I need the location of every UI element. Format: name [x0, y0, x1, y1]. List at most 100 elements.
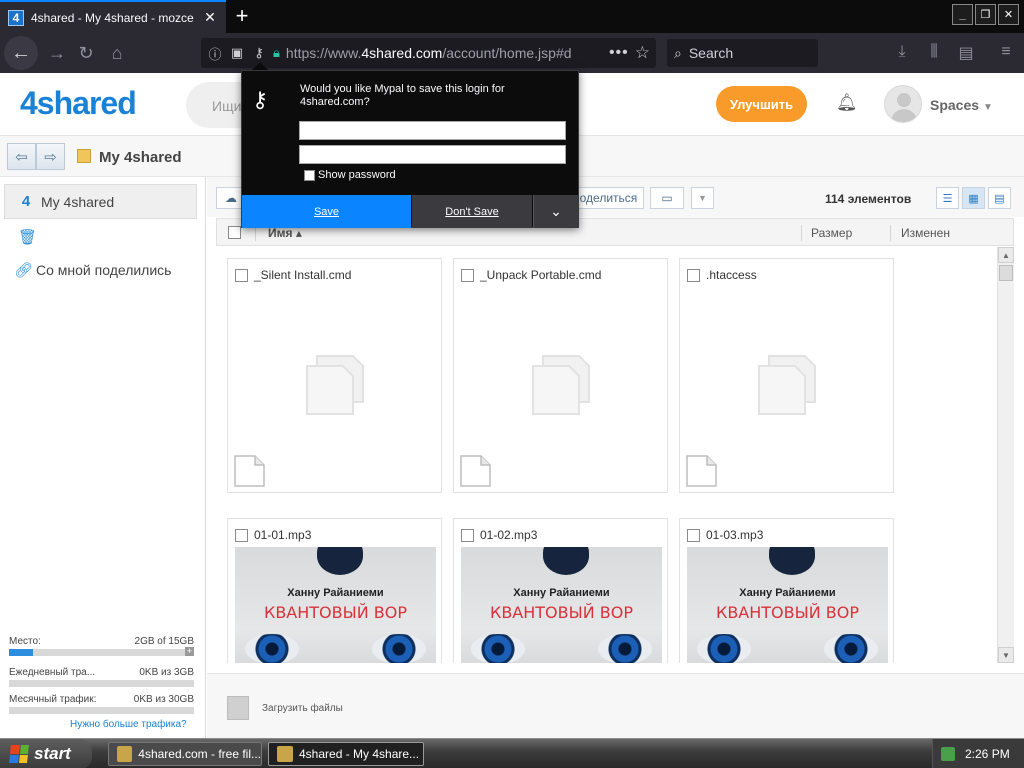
- detail-view-button[interactable]: ▤: [988, 187, 1011, 209]
- network-icon[interactable]: [941, 747, 955, 761]
- upgrade-button[interactable]: Улучшить: [716, 86, 807, 122]
- menu-icon[interactable]: ≡: [996, 43, 1016, 61]
- save-options-dropdown[interactable]: ⌄: [533, 195, 578, 228]
- file-card[interactable]: 01-03.mp3 Ханну Райаниеми КВАНТОВЫЙ ВОР: [679, 518, 894, 663]
- album-cover[interactable]: Ханну Райаниеми КВАНТОВЫЙ ВОР: [461, 547, 662, 663]
- more-traffic-link[interactable]: Нужно больше трафика?: [70, 719, 187, 730]
- search-input[interactable]: ⌕ Search: [667, 39, 818, 67]
- file-card[interactable]: _Unpack Portable.cmd: [453, 258, 668, 493]
- column-modified[interactable]: Изменен: [901, 226, 950, 240]
- back-button[interactable]: ←: [4, 36, 38, 70]
- grid-view-button[interactable]: ▦: [962, 187, 985, 209]
- folder-forward-button[interactable]: ⇨: [36, 143, 65, 170]
- scrollbar[interactable]: ▲ ▼: [997, 247, 1014, 663]
- cover-eye-right: [824, 634, 878, 663]
- upload-icon[interactable]: [227, 696, 249, 720]
- cover-title: КВАНТОВЫЙ ВОР: [263, 603, 408, 622]
- avatar[interactable]: [884, 85, 922, 123]
- close-window-button[interactable]: ✕: [998, 4, 1019, 25]
- dont-save-button[interactable]: Don't Save: [412, 195, 532, 228]
- grid-view-icon: ▦: [968, 192, 979, 205]
- restore-button[interactable]: ❐: [975, 4, 996, 25]
- sidebar-item-shared-with-me[interactable]: 🔗︎ Со мной поделились: [0, 252, 193, 287]
- storage-progress-fill: [9, 649, 34, 656]
- library-icon[interactable]: ⫼: [924, 43, 944, 61]
- file-name[interactable]: 01-01.mp3: [254, 528, 311, 542]
- new-tab-button[interactable]: +: [232, 3, 252, 29]
- search-placeholder: Search: [688, 45, 734, 61]
- list-view-button[interactable]: ☰: [936, 187, 959, 209]
- add-storage-button[interactable]: +: [185, 647, 194, 656]
- taskbar-item[interactable]: 4shared.com - free fil...: [108, 742, 262, 766]
- spaces-menu[interactable]: Spaces ▼: [930, 97, 993, 113]
- save-button[interactable]: Save: [242, 195, 411, 228]
- download-icon[interactable]: ⤓: [892, 43, 912, 61]
- url-text[interactable]: https://www.4shared.com/account/home.jsp…: [286, 45, 603, 61]
- column-name[interactable]: Имя ▴: [268, 226, 302, 240]
- file-card[interactable]: 01-02.mp3 Ханну Райаниеми КВАНТОВЫЙ ВОР: [453, 518, 668, 663]
- password-field[interactable]: [299, 145, 566, 164]
- info-icon[interactable]: ⓘ: [207, 44, 223, 63]
- search-icon: ⌕: [674, 44, 682, 61]
- username-field[interactable]: [299, 121, 566, 140]
- scroll-down-icon[interactable]: ▼: [998, 647, 1014, 663]
- sidebar-toggle-icon[interactable]: ▤: [956, 43, 976, 63]
- sidebar-item-label: My 4shared: [41, 193, 115, 210]
- forward-button[interactable]: →: [42, 38, 72, 68]
- file-checkbox[interactable]: [687, 528, 700, 542]
- clock[interactable]: 2:26 PM: [965, 747, 1010, 761]
- permissions-icon[interactable]: ▣: [229, 45, 245, 61]
- stat-label: Место:: [9, 636, 41, 647]
- sidebar-item-my-4shared[interactable]: 4 My 4shared: [4, 184, 197, 219]
- file-checkbox[interactable]: [461, 268, 474, 282]
- reload-button[interactable]: ↻: [71, 38, 101, 68]
- album-cover[interactable]: Ханну Райаниеми КВАНТОВЫЙ ВОР: [235, 547, 436, 663]
- file-card[interactable]: _Silent Install.cmd: [227, 258, 442, 493]
- tab-close-icon[interactable]: ✕: [202, 9, 218, 26]
- page-actions-icon[interactable]: •••: [609, 44, 629, 62]
- file-checkbox[interactable]: [461, 528, 474, 542]
- new-folder-button[interactable]: ▭: [650, 187, 684, 209]
- url-bar[interactable]: ⓘ ▣ ⚷ 🔒︎ https://www.4shared.com/account…: [201, 38, 656, 68]
- taskbar-item-active[interactable]: 4shared - My 4share...: [268, 742, 424, 766]
- cover-title: КВАНТОВЫЙ ВОР: [715, 603, 860, 622]
- start-button[interactable]: start: [0, 739, 92, 768]
- file-name[interactable]: 01-02.mp3: [480, 528, 537, 542]
- file-checkbox[interactable]: [235, 528, 248, 542]
- file-type-icon: [686, 455, 717, 487]
- taskbar-item-label: 4shared - My 4share...: [299, 747, 420, 761]
- file-name[interactable]: 01-03.mp3: [706, 528, 763, 542]
- file-card[interactable]: .htaccess: [679, 258, 894, 493]
- file-checkbox[interactable]: [687, 268, 700, 282]
- link-icon: 🔗︎: [14, 261, 34, 279]
- file-name[interactable]: .htaccess: [706, 268, 757, 282]
- album-cover[interactable]: Ханну Райаниеми КВАНТОВЫЙ ВОР: [687, 547, 888, 663]
- minimize-button[interactable]: _: [952, 4, 973, 25]
- upload-files-link[interactable]: Загрузить файлы: [262, 703, 343, 714]
- file-name[interactable]: _Unpack Portable.cmd: [480, 268, 601, 282]
- file-type-icon: [460, 455, 491, 487]
- sidebar-item-label: Со мной поделились: [36, 261, 172, 278]
- bookmark-star-icon[interactable]: ☆: [635, 43, 650, 63]
- scroll-up-icon[interactable]: ▲: [998, 247, 1014, 263]
- file-checkbox[interactable]: [235, 268, 248, 282]
- 4shared-logo[interactable]: 4shared: [20, 85, 137, 122]
- monthly-traffic-stat: Месячный трафик: 0KB из 30GB: [9, 694, 194, 714]
- key-icon[interactable]: ⚷: [251, 45, 267, 61]
- show-password-toggle[interactable]: Show password: [304, 169, 396, 181]
- lock-icon[interactable]: 🔒︎: [273, 45, 280, 61]
- show-password-checkbox[interactable]: [304, 169, 315, 181]
- scroll-thumb[interactable]: [999, 265, 1013, 281]
- column-size[interactable]: Размер: [811, 226, 852, 240]
- home-button[interactable]: ⌂: [102, 38, 132, 68]
- select-all-checkbox[interactable]: [228, 226, 241, 239]
- sidebar-item-trash[interactable]: 🗑︎: [4, 219, 197, 254]
- notifications-bell-icon[interactable]: 🔔︎: [836, 93, 858, 113]
- file-name[interactable]: _Silent Install.cmd: [254, 268, 351, 282]
- folder-back-button[interactable]: ⇦: [7, 143, 36, 170]
- file-card[interactable]: 01-01.mp3 Ханну Райаниеми КВАНТОВЫЙ ВОР: [227, 518, 442, 663]
- show-password-label: Show password: [318, 169, 396, 181]
- browser-tab-active[interactable]: 4 4shared - My 4shared - mozce ✕: [0, 0, 226, 33]
- file-type-icon: [234, 455, 265, 487]
- more-actions-button[interactable]: ▼: [691, 187, 714, 209]
